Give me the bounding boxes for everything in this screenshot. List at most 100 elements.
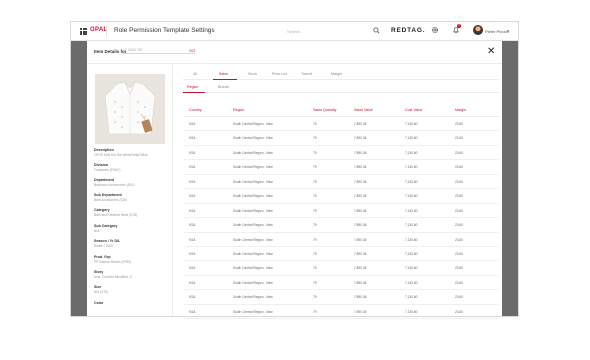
cell-margin: 23.60 xyxy=(455,309,463,314)
cell-sales-value: 7,890.36 xyxy=(354,280,367,285)
user-name[interactable]: Pieter Pindun xyxy=(485,29,509,34)
cell-country: KSA xyxy=(189,237,196,242)
go-button[interactable]: GO xyxy=(189,48,195,53)
cell-country: KSA xyxy=(189,295,196,300)
search-input[interactable]: Search... xyxy=(287,29,303,34)
tab-stock[interactable]: Stock xyxy=(248,72,257,76)
cell-sales-quantity: 79 xyxy=(313,165,317,170)
notification-badge: 3 xyxy=(457,24,461,28)
cell-region: South Central Region - New xyxy=(233,280,273,285)
search-icon[interactable] xyxy=(373,27,380,34)
region-table: Country Region Sales Quantity Sales Valu… xyxy=(183,104,499,320)
cell-cost-value: 7,130.60 xyxy=(405,165,418,170)
item-details-label: Item Details for xyxy=(94,49,127,54)
subtab-region[interactable]: Region xyxy=(187,85,198,89)
cell-cost-value: 7,130.60 xyxy=(405,309,418,314)
cell-cost-value: 7,130.60 xyxy=(405,150,418,155)
cell-margin: 23.60 xyxy=(455,194,463,199)
cell-sales-quantity: 79 xyxy=(313,208,317,213)
page-title: Role Permission Template Settings xyxy=(114,27,215,34)
column-header-sales-quantity[interactable]: Sales Quantity xyxy=(313,108,336,112)
cell-cost-value: 7,130.60 xyxy=(405,280,418,285)
cell-sales-quantity: 79 xyxy=(313,251,317,256)
cell-margin: 23.60 xyxy=(455,280,463,285)
cell-region: South Central Region - New xyxy=(233,150,273,155)
app-window: OPAL Role Permission Template Settings S… xyxy=(71,22,518,320)
cell-sales-quantity: 79 xyxy=(313,194,317,199)
cell-sales-quantity: 79 xyxy=(313,280,317,285)
cell-margin: 23.60 xyxy=(455,136,463,141)
grid-icon[interactable] xyxy=(80,28,87,35)
tab-all[interactable]: All xyxy=(193,72,197,76)
cell-region: South Central Region - New xyxy=(233,165,273,170)
table-row[interactable]: KSA South Central Region - New 79 7,890.36 7… xyxy=(183,146,499,161)
cell-cost-value: 7,130.60 xyxy=(405,251,418,256)
chevron-down-icon[interactable]: ▾ xyxy=(507,28,509,33)
table-row[interactable]: KSA South Central Region - New 79 7,890.36 7… xyxy=(183,290,499,305)
cell-sales-value: 7,890.36 xyxy=(354,309,367,314)
avatar[interactable] xyxy=(473,25,483,35)
table-row[interactable]: KSA South Central Region - New 79 7,890.36 7… xyxy=(183,276,499,291)
table-body: KSA South Central Region - New 79 7,890.36 7… xyxy=(183,117,499,320)
detail-description: Description OPCE Kids Kid Tee White/Deta… xyxy=(94,148,148,157)
cell-cost-value: 7,130.60 xyxy=(405,223,418,228)
cell-region: South Central Region - New xyxy=(233,251,273,256)
cell-sales-quantity: 79 xyxy=(313,309,317,314)
cell-margin: 23.60 xyxy=(455,295,463,300)
column-header-cost-value[interactable]: Cost Value xyxy=(405,108,422,112)
column-header-sales-value[interactable]: Sales Value xyxy=(354,108,373,112)
table-row[interactable]: KSA South Central Region - New 79 7,890.36 7… xyxy=(183,305,499,320)
table-row[interactable]: KSA South Central Region - New 79 7,890.36 7… xyxy=(183,204,499,219)
cell-cost-value: 7,130.60 xyxy=(405,194,418,199)
tab-sales[interactable]: Sales xyxy=(219,72,228,76)
cell-sales-value: 7,890.36 xyxy=(354,122,367,126)
cell-sales-quantity: 79 xyxy=(313,223,317,228)
cell-region: South Central Region - New xyxy=(233,122,273,126)
tab-price-list[interactable]: Price List xyxy=(272,72,287,76)
table-row[interactable]: KSA South Central Region - New 79 7,890.36 7… xyxy=(183,160,499,175)
item-code-input[interactable]: 12 3456 789 xyxy=(123,47,195,54)
cell-country: KSA xyxy=(189,223,196,228)
table-row[interactable]: KSA South Central Region - New 79 7,890.36 7… xyxy=(183,131,499,146)
cell-sales-quantity: 79 xyxy=(313,136,317,141)
cell-sales-value: 7,890.36 xyxy=(354,237,367,242)
cell-cost-value: 7,130.60 xyxy=(405,237,418,242)
subtab-branch[interactable]: Branch xyxy=(218,85,229,89)
cell-country: KSA xyxy=(189,251,196,256)
cell-country: KSA xyxy=(189,266,196,271)
table-row[interactable]: KSA South Central Region - New 79 7,890.36 7… xyxy=(183,175,499,190)
cell-country: KSA xyxy=(189,309,196,314)
gear-icon[interactable] xyxy=(431,26,439,34)
cell-region: South Central Region - New xyxy=(233,295,273,300)
column-header-country[interactable]: Country xyxy=(189,108,202,112)
table-row[interactable]: KSA South Central Region - New 79 7,890.36 7… xyxy=(183,261,499,276)
table-row[interactable]: KSA South Central Region - New 79 7,890.36 7… xyxy=(183,189,499,204)
cell-margin: 23.60 xyxy=(455,223,463,228)
cell-region: South Central Region - New xyxy=(233,208,273,213)
close-icon[interactable]: ✕ xyxy=(487,47,495,57)
table-row[interactable]: KSA South Central Region - New 79 7,890.36 7… xyxy=(183,117,499,132)
column-header-region[interactable]: Region xyxy=(233,108,244,112)
detail-prod-group: Prod. Grp PP Fashion Basics (P035) xyxy=(94,255,132,264)
cell-margin: 23.60 xyxy=(455,150,463,155)
cell-cost-value: 7,130.60 xyxy=(405,122,418,126)
cell-region: South Central Region - New xyxy=(233,237,273,242)
cell-margin: 23.60 xyxy=(455,122,463,126)
item-data-column: All Sales Stock Price List Transit Margi… xyxy=(183,64,499,320)
table-row[interactable]: KSA South Central Region - New 79 7,890.36 7… xyxy=(183,233,499,247)
detail-color: Color xyxy=(94,301,104,305)
tab-transit[interactable]: Transit xyxy=(301,72,312,76)
tab-bar: All Sales Stock Price List Transit Margi… xyxy=(183,71,499,80)
column-header-margin[interactable]: Margin xyxy=(455,108,466,112)
table-row[interactable]: KSA South Central Region - New 79 7,890.36 7… xyxy=(183,218,499,233)
table-row[interactable]: KSA South Central Region - New 79 7,890.36 7… xyxy=(183,247,499,262)
cell-sales-value: 7,890.36 xyxy=(354,266,367,271)
product-image xyxy=(95,74,165,144)
brand-name[interactable]: OPAL xyxy=(90,27,107,33)
cell-country: KSA xyxy=(189,150,196,155)
cell-cost-value: 7,130.60 xyxy=(405,179,418,184)
cell-sales-value: 7,890.36 xyxy=(354,194,367,199)
tab-margin[interactable]: Margin xyxy=(331,72,342,76)
cell-region: South Central Region - New xyxy=(233,179,273,184)
cell-country: KSA xyxy=(189,165,196,170)
